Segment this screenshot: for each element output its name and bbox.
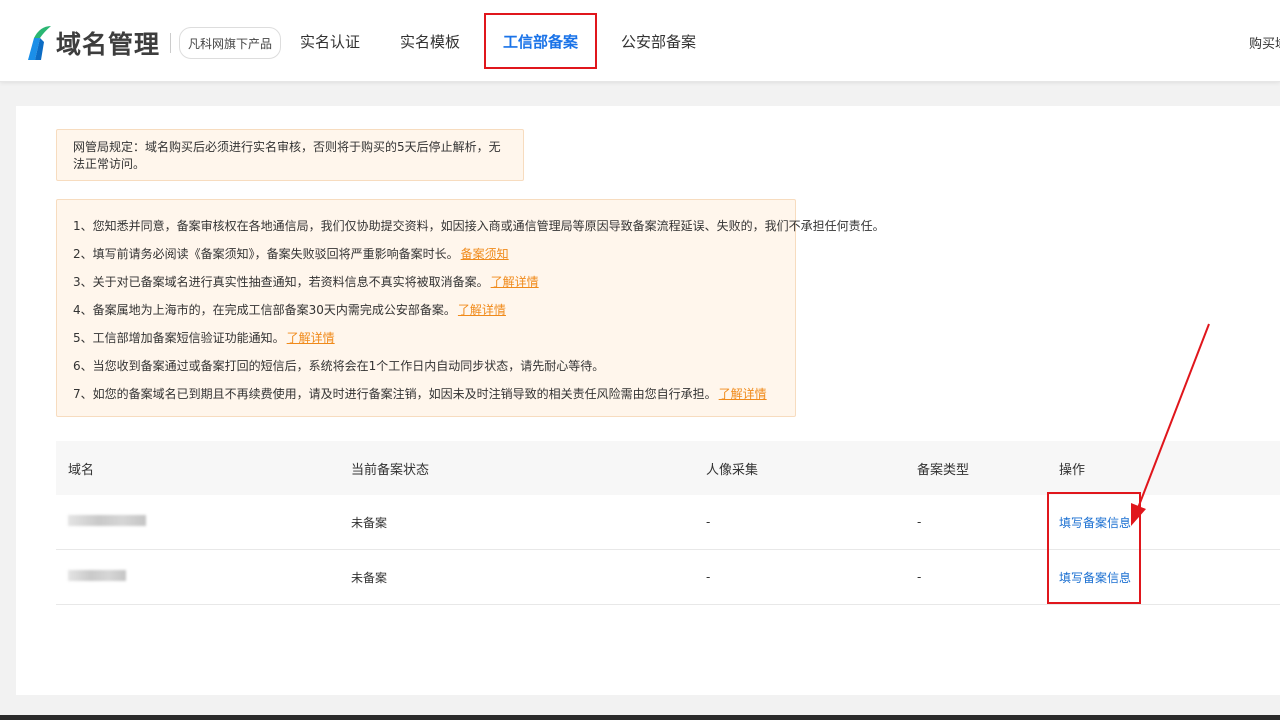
header-domain: 域名 bbox=[68, 462, 95, 478]
type-cell: - bbox=[917, 570, 922, 584]
header-filing-type: 备案类型 bbox=[917, 462, 970, 478]
nav-miit-filing[interactable]: 工信部备案 bbox=[484, 13, 598, 69]
nav-police-filing[interactable]: 公安部备案 bbox=[601, 13, 716, 69]
portrait-cell: - bbox=[706, 515, 711, 529]
learn-more-link[interactable]: 了解详情 bbox=[719, 387, 767, 401]
main-nav: 实名认证 实名模板 工信部备案 公安部备案 bbox=[280, 0, 716, 82]
redacted-domain bbox=[68, 515, 146, 526]
header-status: 当前备案状态 bbox=[351, 462, 430, 478]
domain-cell bbox=[56, 570, 339, 584]
logo-divider bbox=[170, 33, 172, 53]
nav-realname-auth[interactable]: 实名认证 bbox=[280, 13, 380, 69]
table-row: 未备案 - - 填写备案信息 bbox=[56, 550, 1280, 605]
notice-item: 7、如您的备案域名已到期且不再续费使用，请及时进行备案注销，如因未及时注销导致的… bbox=[73, 380, 779, 408]
notice-item-text: 6、当您收到备案通过或备案打回的短信后，系统将会在1个工作日内自动同步状态，请先… bbox=[73, 359, 605, 373]
table-row: 未备案 - - 填写备案信息 bbox=[56, 495, 1280, 550]
domain-cell bbox=[56, 515, 339, 529]
notice-item: 2、填写前请务必阅读《备案须知》，备案失败驳回将严重影响备案时长。 备案须知 bbox=[73, 240, 779, 268]
notice-item-text: 7、如您的备案域名已到期且不再续费使用，请及时进行备案注销，如因未及时注销导致的… bbox=[73, 387, 717, 401]
filing-notice-list: 1、您知悉并同意，备案审核权在各地通信局，我们仅协助提交资料，如因接入商或通信管… bbox=[56, 199, 885, 417]
fill-filing-info-link[interactable]: 填写备案信息 bbox=[1059, 571, 1131, 585]
buy-domain-link[interactable]: 购买域 bbox=[1249, 33, 1280, 52]
type-cell: - bbox=[917, 515, 922, 529]
logo-mark-icon bbox=[28, 26, 51, 60]
fill-filing-info-link[interactable]: 填写备案信息 bbox=[1059, 516, 1131, 530]
notice-item: 1、您知悉并同意，备案审核权在各地通信局，我们仅协助提交资料，如因接入商或通信管… bbox=[73, 212, 885, 240]
logo-text: 域名管理 bbox=[56, 30, 161, 59]
nav-realname-template[interactable]: 实名模板 bbox=[380, 13, 480, 69]
action-cell: 填写备案信息 bbox=[1047, 569, 1280, 586]
domain-filing-table: 域名 当前备案状态 人像采集 备案类型 操作 未备案 - - 填写备案信息 未备… bbox=[56, 441, 1280, 605]
learn-more-link[interactable]: 了解详情 bbox=[287, 331, 335, 345]
notice-item-text: 2、填写前请务必阅读《备案须知》，备案失败驳回将严重影响备案时长。 bbox=[73, 247, 459, 261]
bottom-bar bbox=[0, 715, 1280, 720]
portrait-cell: - bbox=[706, 570, 711, 584]
header-portrait: 人像采集 bbox=[706, 462, 759, 478]
table-header: 域名 当前备案状态 人像采集 备案类型 操作 bbox=[56, 441, 1280, 495]
filing-guide-link[interactable]: 备案须知 bbox=[461, 247, 509, 261]
notice-item: 3、关于对已备案域名进行真实性抽查通知，若资料信息不真实将被取消备案。 了解详情 bbox=[73, 268, 779, 296]
notice-item: 5、工信部增加备案短信验证功能通知。 了解详情 bbox=[73, 324, 779, 352]
content-panel: 网管局规定：域名购买后必须进行实名审核，否则将于购买的5天后停止解析，无法正常访… bbox=[16, 106, 1280, 695]
action-cell: 填写备案信息 bbox=[1047, 514, 1280, 531]
header-actions: 操作 bbox=[1059, 462, 1086, 478]
notice-item-text: 5、工信部增加备案短信验证功能通知。 bbox=[73, 331, 285, 345]
notice-item: 4、备案属地为上海市的，在完成工信部备案30天内需完成公安部备案。 了解详情 bbox=[73, 296, 779, 324]
logo[interactable]: 域名管理 凡科网旗下产品 bbox=[24, 23, 282, 63]
notice-item-text: 1、您知悉并同意，备案审核权在各地通信局，我们仅协助提交资料，如因接入商或通信管… bbox=[73, 219, 885, 233]
notice-item-text: 3、关于对已备案域名进行真实性抽查通知，若资料信息不真实将被取消备案。 bbox=[73, 275, 489, 289]
learn-more-link[interactable]: 了解详情 bbox=[491, 275, 539, 289]
sub-brand-badge: 凡科网旗下产品 bbox=[179, 27, 282, 59]
top-header: 域名管理 凡科网旗下产品 实名认证 实名模板 工信部备案 公安部备案 购买域 bbox=[0, 0, 1280, 82]
status-cell: 未备案 bbox=[351, 570, 388, 585]
notice-item: 6、当您收到备案通过或备案打回的短信后，系统将会在1个工作日内自动同步状态，请先… bbox=[73, 352, 779, 380]
learn-more-link[interactable]: 了解详情 bbox=[458, 303, 506, 317]
redacted-domain bbox=[68, 570, 126, 581]
status-cell: 未备案 bbox=[351, 515, 388, 530]
notice-item-text: 4、备案属地为上海市的，在完成工信部备案30天内需完成公安部备案。 bbox=[73, 303, 456, 317]
regulation-notice: 网管局规定：域名购买后必须进行实名审核，否则将于购买的5天后停止解析，无法正常访… bbox=[56, 129, 524, 181]
